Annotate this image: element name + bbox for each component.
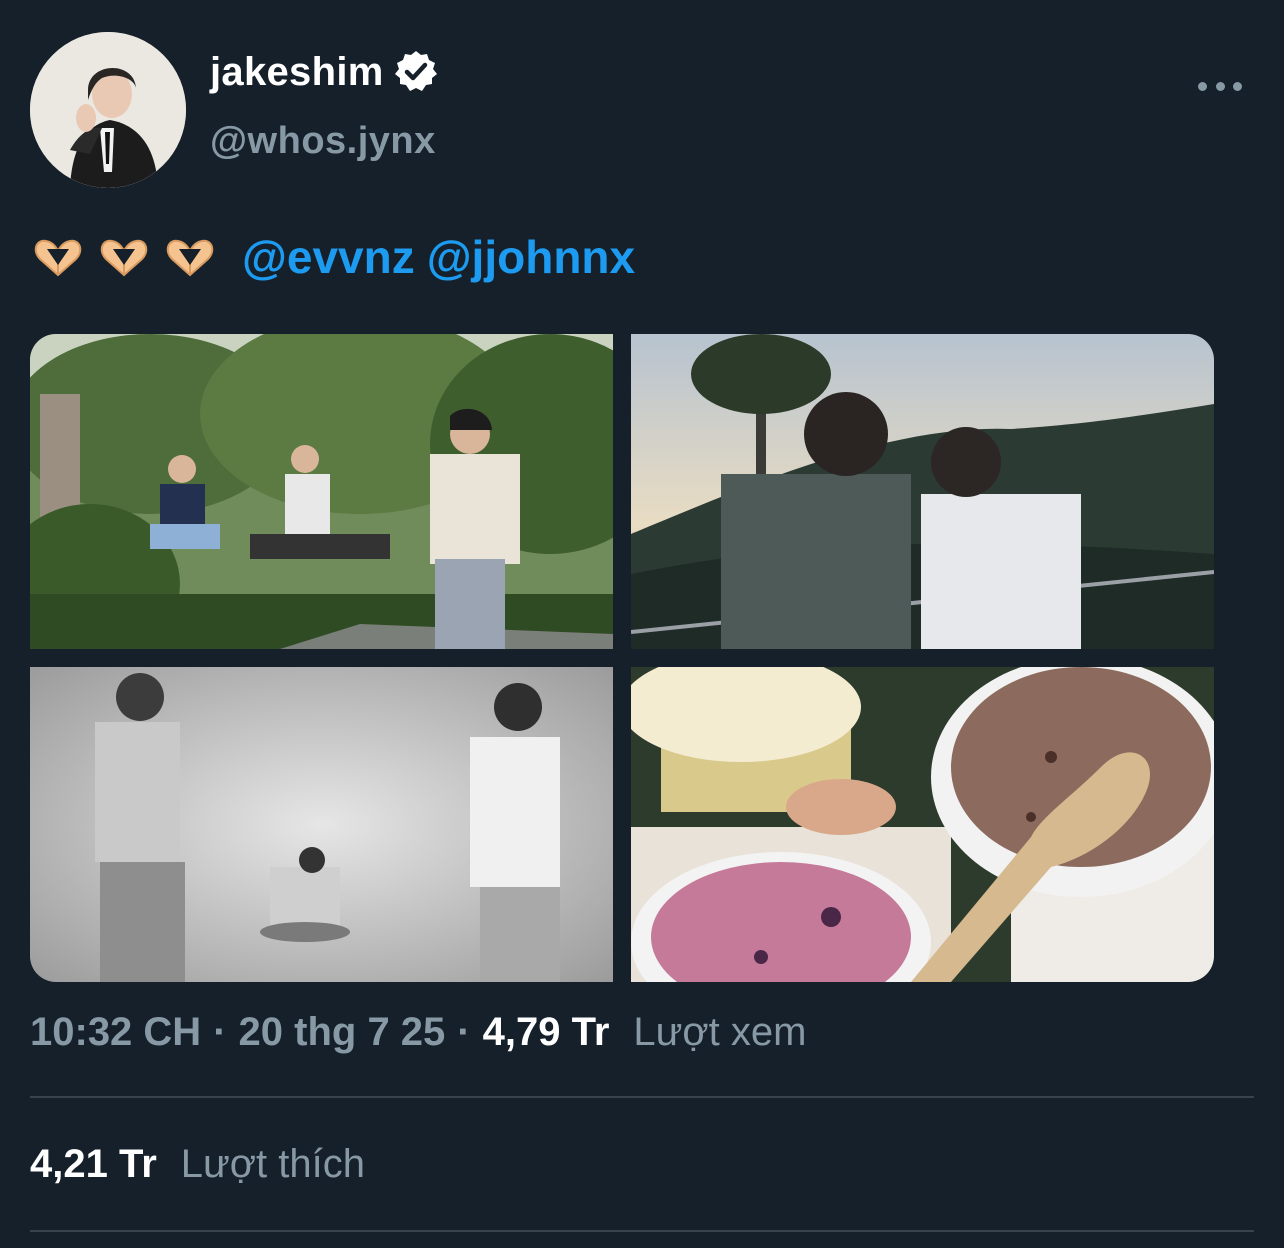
heart-hands-icon [34, 239, 82, 277]
divider [30, 1230, 1254, 1232]
media-grid [30, 334, 1214, 982]
hill-photo-icon [631, 334, 1214, 649]
garden-photo-icon [30, 334, 613, 649]
likes-count: 4,21 Tr [30, 1142, 157, 1186]
mention-link[interactable]: @evvnz [242, 230, 415, 284]
tweet-time[interactable]: 10:32 CH [30, 1010, 201, 1055]
views-label: Lượt xem [633, 1010, 807, 1054]
avatar[interactable] [30, 32, 186, 188]
ice-cream-photo-icon [631, 667, 1214, 982]
heart-hands-emoji-group [30, 235, 218, 279]
views-count: 4,79 Tr [482, 1010, 610, 1054]
meta-separator: · [213, 1010, 227, 1054]
more-horizontal-icon [1198, 81, 1207, 91]
likes-label: Lượt thích [180, 1142, 365, 1186]
verified-badge-icon [394, 51, 437, 91]
likes-stat[interactable]: 4,21 Tr Lượt thích [30, 1142, 365, 1187]
heart-hands-icon [166, 239, 214, 277]
profile-photo-icon [30, 32, 186, 188]
user-handle[interactable]: @whos.jynx [210, 120, 436, 163]
studio-photo-icon [30, 667, 613, 982]
tweet-text: @evvnz @jjohnnx [30, 230, 635, 284]
display-name[interactable]: jakeshim [210, 50, 384, 95]
author-name-row[interactable]: jakeshim [210, 48, 440, 96]
media-photo-4[interactable] [631, 667, 1214, 982]
more-horizontal-icon [1215, 81, 1225, 91]
media-photo-3[interactable] [30, 667, 613, 982]
more-horizontal-icon [1233, 81, 1242, 91]
tweet-detail: jakeshim @whos.jynx @evvnz @jjohnnx 10:3… [0, 0, 1284, 1248]
media-photo-1[interactable] [30, 334, 613, 649]
media-photo-2[interactable] [631, 334, 1214, 649]
heart-hands-icon [100, 239, 148, 277]
divider [30, 1096, 1254, 1098]
mention-link[interactable]: @jjohnnx [427, 230, 635, 284]
tweet-date[interactable]: 20 thg 7 25 [239, 1010, 446, 1055]
tweet-meta: 10:32 CH · 20 thg 7 25 · 4,79 Tr Lượt xe… [30, 1010, 806, 1055]
meta-separator: · [457, 1010, 471, 1054]
more-options-button[interactable] [1198, 72, 1242, 100]
